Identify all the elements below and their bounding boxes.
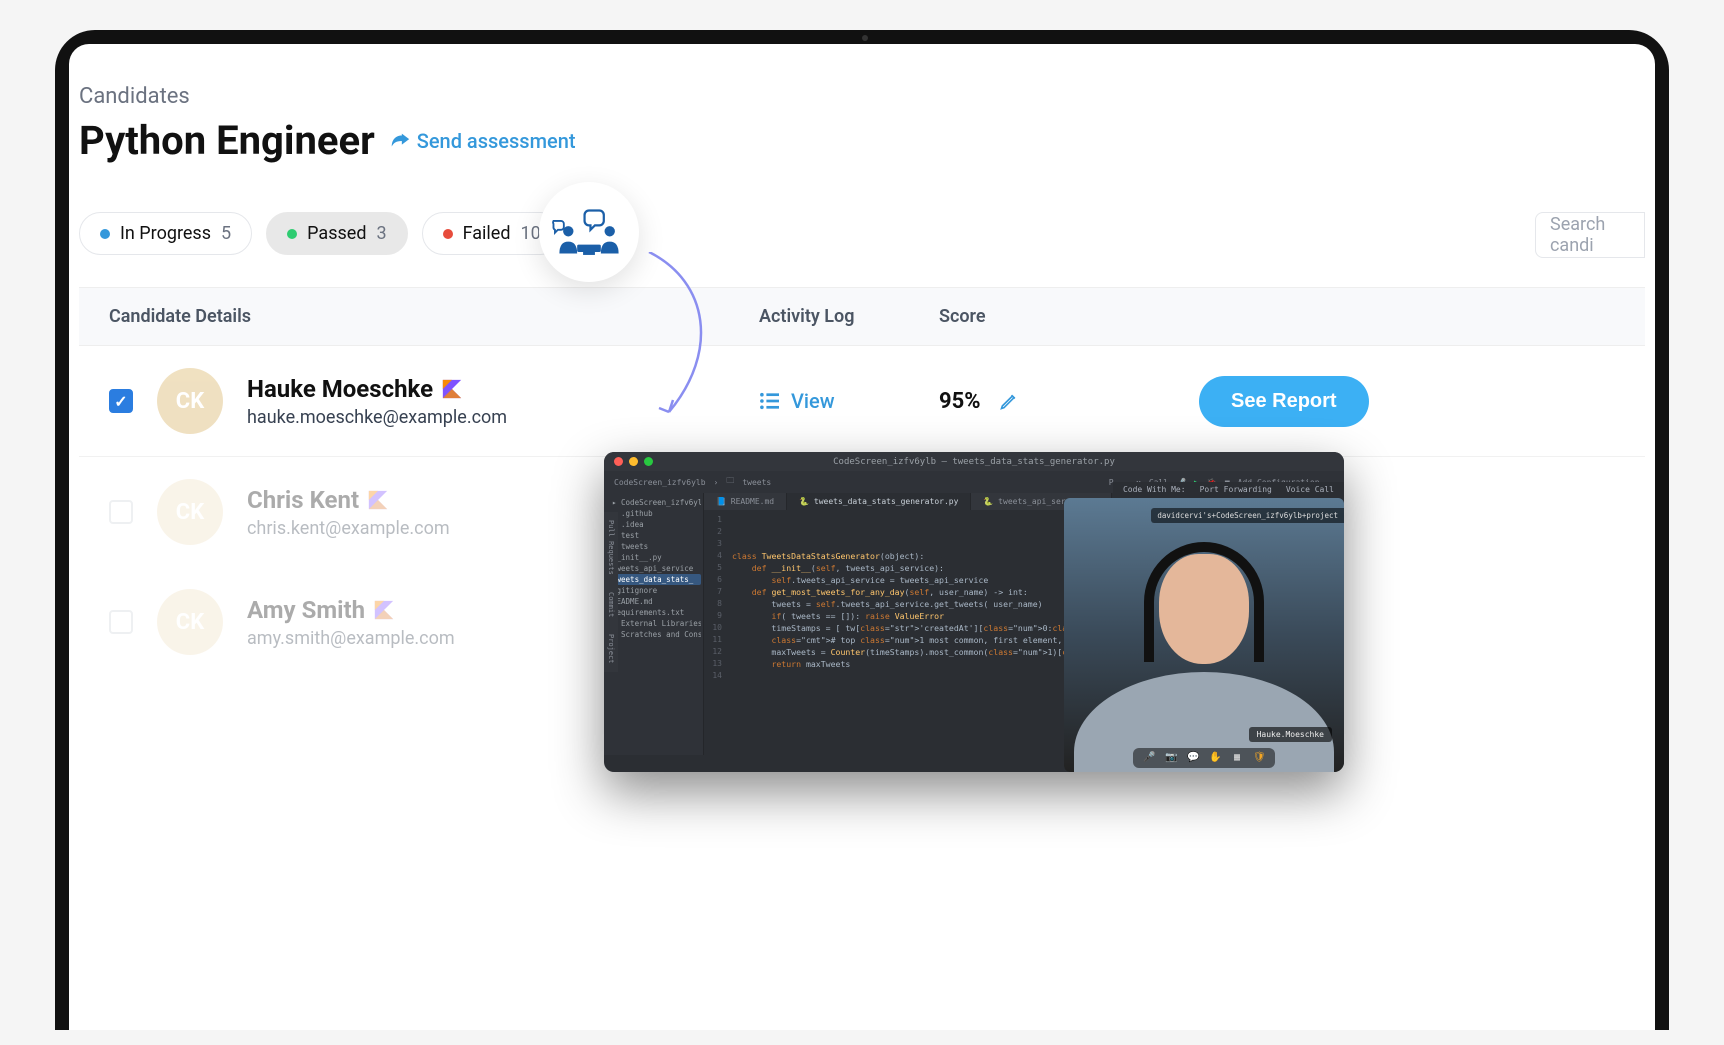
tree-item[interactable]: ▸ .github bbox=[606, 508, 701, 519]
submenu-code-with-me[interactable]: Code With Me: bbox=[1123, 485, 1186, 494]
see-report-button[interactable]: See Report bbox=[1199, 376, 1369, 427]
row-checkbox[interactable] bbox=[109, 389, 133, 413]
score-value: 95% bbox=[939, 389, 981, 414]
filter-row: In Progress 5 Passed 3 Failed 10 bbox=[79, 212, 1645, 255]
search-input[interactable]: Search candi bbox=[1535, 212, 1645, 258]
ide-window-title: CodeScreen_izfv6ylb — tweets_data_stats_… bbox=[604, 457, 1344, 467]
candidate-email: chris.kent@example.com bbox=[247, 518, 450, 539]
filter-failed-label: Failed bbox=[463, 223, 511, 244]
tree-item[interactable]: ▾ tweets bbox=[606, 541, 701, 552]
tree-item[interactable]: ▸ test bbox=[606, 530, 701, 541]
col-score: Score bbox=[939, 306, 1199, 327]
filter-failed-count: 10 bbox=[521, 223, 541, 244]
ide-window: CodeScreen_izfv6ylb — tweets_data_stats_… bbox=[604, 452, 1344, 772]
ide-submenu: Code With Me: Port Forwarding Voice Call bbox=[1113, 482, 1344, 497]
folder-icon: 🗀 bbox=[726, 475, 734, 489]
candidate-email: hauke.moeschke@example.com bbox=[247, 407, 507, 428]
ide-tab[interactable]: 🐍 tweets_data_stats_generator.py bbox=[787, 493, 971, 510]
col-candidate: Candidate Details bbox=[109, 306, 759, 327]
tree-item[interactable]: requirements.txt bbox=[606, 607, 701, 618]
pair-interview-icon-bubble bbox=[539, 182, 639, 282]
status-dot-passed bbox=[287, 229, 297, 239]
chat-icon[interactable]: 💬 bbox=[1187, 752, 1199, 764]
filter-in-progress-count: 5 bbox=[221, 223, 231, 244]
view-label: View bbox=[791, 389, 835, 413]
tree-item[interactable]: ▸ Scratches and Consoles bbox=[606, 629, 701, 640]
filter-passed[interactable]: Passed 3 bbox=[266, 212, 407, 255]
ide-vertical-tabs[interactable]: Pull RequestsCommitProject bbox=[604, 512, 618, 672]
candidate-name: Hauke Moeschke bbox=[247, 375, 433, 403]
row-checkbox[interactable] bbox=[109, 500, 133, 524]
tree-item[interactable]: __init__.py bbox=[606, 552, 701, 563]
tree-item[interactable]: ▸ .idea bbox=[606, 519, 701, 530]
tree-item[interactable]: .gitignore bbox=[606, 585, 701, 596]
ide-tab[interactable]: 📘 README.md bbox=[704, 493, 787, 510]
edit-icon[interactable] bbox=[999, 391, 1019, 411]
candidate-email: amy.smith@example.com bbox=[247, 628, 455, 649]
video-call-panel: davidcervi's+CodeScreen_izfv6ylb+project… bbox=[1064, 498, 1344, 772]
avatar: CK bbox=[157, 479, 223, 545]
grid-icon[interactable]: ▦ bbox=[1231, 752, 1243, 764]
view-activity-link[interactable]: View bbox=[759, 389, 835, 413]
mic-toggle-icon[interactable]: 🎤 bbox=[1143, 752, 1155, 764]
camera-toggle-icon[interactable]: 📷 bbox=[1165, 752, 1177, 764]
share-arrow-icon bbox=[389, 130, 411, 152]
kotlin-icon bbox=[441, 378, 463, 400]
filter-passed-label: Passed bbox=[307, 223, 366, 244]
submenu-port-forwarding[interactable]: Port Forwarding bbox=[1200, 485, 1272, 494]
submenu-voice-call[interactable]: Voice Call bbox=[1286, 485, 1334, 494]
ide-titlebar[interactable]: CodeScreen_izfv6ylb — tweets_data_stats_… bbox=[604, 452, 1344, 471]
peer-project-tag: davidcervi's+CodeScreen_izfv6ylb+project bbox=[1151, 508, 1344, 523]
list-icon bbox=[759, 392, 781, 410]
filter-in-progress-label: In Progress bbox=[120, 223, 211, 244]
table-row[interactable]: CK Hauke Moeschke hauke.moeschke@example… bbox=[79, 346, 1645, 457]
raise-hand-icon[interactable]: ✋ bbox=[1209, 752, 1221, 764]
kotlin-icon bbox=[367, 489, 389, 511]
ide-breadcrumb-folder[interactable]: tweets bbox=[742, 478, 771, 487]
participant-name-tag: Hauke.Moeschke bbox=[1249, 727, 1332, 742]
status-dot-failed bbox=[443, 229, 453, 239]
kotlin-icon bbox=[373, 599, 395, 621]
ide-breadcrumb-project[interactable]: CodeScreen_izfv6ylb bbox=[614, 478, 706, 487]
avatar: CK bbox=[157, 589, 223, 655]
avatar: CK bbox=[157, 368, 223, 434]
candidate-name: Chris Kent bbox=[247, 486, 359, 514]
ide-gutter: 1234567891011121314 bbox=[704, 510, 726, 755]
page-title: Python Engineer bbox=[79, 117, 375, 164]
collaboration-icon bbox=[552, 205, 626, 259]
call-controls: 🎤 📷 💬 ✋ ▦ 🛡 bbox=[1133, 748, 1275, 768]
tree-item[interactable]: tweets_data_stats_ bbox=[606, 574, 701, 585]
table-header: Candidate Details Activity Log Score bbox=[79, 287, 1645, 346]
tree-item[interactable]: tweets_api_service bbox=[606, 563, 701, 574]
shield-icon[interactable]: 🛡 bbox=[1253, 752, 1265, 764]
tree-item[interactable]: ▸ External Libraries bbox=[606, 618, 701, 629]
ide-project-tree[interactable]: ▸ CodeScreen_izfv6ylb ▸ .github ▸ .idea … bbox=[604, 493, 704, 755]
row-checkbox[interactable] bbox=[109, 610, 133, 634]
tree-item[interactable]: ▸ CodeScreen_izfv6ylb bbox=[606, 497, 701, 508]
search-placeholder: Search candi bbox=[1550, 214, 1630, 256]
headset-icon bbox=[1144, 542, 1264, 662]
filter-in-progress[interactable]: In Progress 5 bbox=[79, 212, 252, 255]
breadcrumb: Candidates bbox=[79, 84, 1645, 109]
tree-item[interactable]: README.md bbox=[606, 596, 701, 607]
status-dot-in-progress bbox=[100, 229, 110, 239]
candidate-name: Amy Smith bbox=[247, 596, 365, 624]
filter-passed-count: 3 bbox=[376, 223, 386, 244]
send-assessment-label: Send assessment bbox=[417, 129, 576, 153]
col-activity: Activity Log bbox=[759, 306, 939, 327]
send-assessment-link[interactable]: Send assessment bbox=[389, 129, 576, 153]
